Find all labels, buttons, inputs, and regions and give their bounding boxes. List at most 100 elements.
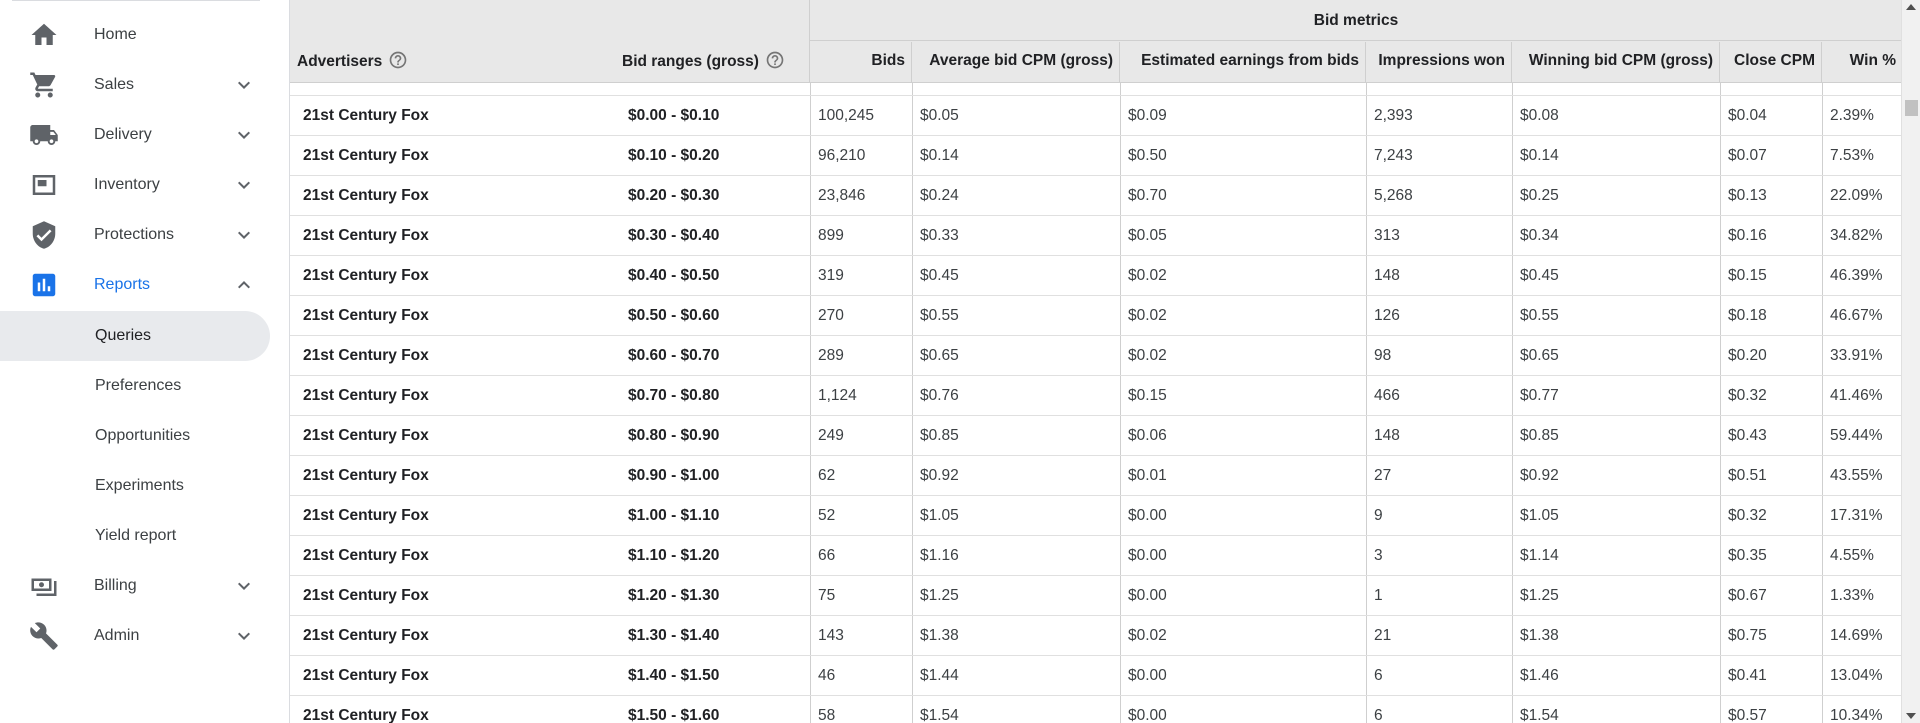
chevron-down-icon[interactable] <box>232 574 256 598</box>
cell-close-cpm: $0.04 <box>1728 106 1767 124</box>
cell-average-bid-cpm: $1.16 <box>920 546 959 564</box>
sidebar-item-inventory[interactable]: Inventory <box>0 160 270 210</box>
scroll-thumb[interactable] <box>1905 100 1918 116</box>
table-row[interactable]: 21st Century Fox $0.10 - $0.20 96,210 $0.14… <box>290 136 1901 176</box>
cell-advertiser: 21st Century Fox <box>303 386 429 404</box>
cell-win-percent: 17.31% <box>1830 506 1883 524</box>
cell-average-bid-cpm: $0.45 <box>920 266 959 284</box>
cell-impressions-won: 148 <box>1374 426 1400 444</box>
cell-impressions-won: 6 <box>1374 706 1383 723</box>
column-header-average-bid-cpm[interactable]: Average bid CPM (gross) <box>912 42 1120 83</box>
table-row[interactable]: 21st Century Fox $1.40 - $1.50 46 $1.44 $0.0… <box>290 656 1901 696</box>
help-icon[interactable] <box>388 50 408 70</box>
chevron-down-icon[interactable] <box>232 173 256 197</box>
cell-close-cpm: $0.16 <box>1728 226 1767 244</box>
cell-bids: 62 <box>818 466 836 484</box>
cell-bid-range: $0.00 - $0.10 <box>628 106 720 124</box>
cell-winning-bid-cpm: $0.14 <box>1520 146 1559 164</box>
scroll-up-arrow-icon[interactable] <box>1906 4 1916 10</box>
table-row[interactable]: 21st Century Fox $0.70 - $0.80 1,124 $0.76 $… <box>290 376 1901 416</box>
inventory-icon <box>28 169 60 201</box>
sidebar-subitem-opportunities[interactable]: Opportunities <box>0 411 270 461</box>
cell-estimated-earnings: $0.02 <box>1128 306 1167 324</box>
chevron-down-icon[interactable] <box>232 123 256 147</box>
sidebar-item-protections[interactable]: Protections <box>0 210 270 260</box>
cell-impressions-won: 2,393 <box>1374 106 1413 124</box>
cell-bid-range: $0.40 - $0.50 <box>628 266 720 284</box>
cell-close-cpm: $0.18 <box>1728 306 1767 324</box>
truck-icon <box>28 119 60 151</box>
cell-impressions-won: 5,268 <box>1374 186 1413 204</box>
table-row[interactable]: 21st Century Fox $1.50 - $1.60 58 $1.54 $0.0… <box>290 696 1901 723</box>
cell-winning-bid-cpm: $0.34 <box>1520 226 1559 244</box>
cell-bid-range: $0.30 - $0.40 <box>628 226 720 244</box>
table-row[interactable]: 21st Century Fox $0.30 - $0.40 899 $0.33 $0.… <box>290 216 1901 256</box>
vertical-scrollbar[interactable] <box>1901 0 1920 723</box>
sidebar-subitem-yield-report[interactable]: Yield report <box>0 511 270 561</box>
column-header-estimated-earnings[interactable]: Estimated earnings from bids <box>1120 42 1366 83</box>
cell-bids: 100,245 <box>818 106 875 124</box>
table-row[interactable]: 21st Century Fox $0.80 - $0.90 249 $0.85 $0.… <box>290 416 1901 456</box>
chevron-down-icon[interactable] <box>232 624 256 648</box>
cell-win-percent: 46.39% <box>1830 266 1883 284</box>
cell-impressions-won: 3 <box>1374 546 1383 564</box>
column-header-close-cpm[interactable]: Close CPM <box>1720 42 1822 83</box>
column-header-advertisers[interactable]: Advertisers <box>297 50 408 71</box>
table-row[interactable]: 21st Century Fox $0.40 - $0.50 319 $0.45 $0.… <box>290 256 1901 296</box>
cell-winning-bid-cpm: $1.05 <box>1520 506 1559 524</box>
cell-bids: 23,846 <box>818 186 866 204</box>
cell-bid-range: $1.30 - $1.40 <box>628 626 720 644</box>
cell-win-percent: 46.67% <box>1830 306 1883 324</box>
sidebar-subitem-experiments[interactable]: Experiments <box>0 461 270 511</box>
column-header-win-percent[interactable]: Win % <box>1822 42 1901 83</box>
scroll-down-arrow-icon[interactable] <box>1906 713 1916 719</box>
chevron-up-icon[interactable] <box>232 273 256 297</box>
cell-estimated-earnings: $0.02 <box>1128 626 1167 644</box>
cell-estimated-earnings: $0.00 <box>1128 666 1167 684</box>
table-row[interactable]: 21st Century Fox $1.30 - $1.40 143 $1.38 $0.… <box>290 616 1901 656</box>
cell-estimated-earnings: $0.70 <box>1128 186 1167 204</box>
help-icon[interactable] <box>765 50 785 70</box>
table-row[interactable]: 21st Century Fox $1.10 - $1.20 66 $1.16 $0.0… <box>290 536 1901 576</box>
table-row[interactable]: 21st Century Fox $0.50 - $0.60 270 $0.55 $0.… <box>290 296 1901 336</box>
column-header-winning-bid-cpm[interactable]: Winning bid CPM (gross) <box>1512 42 1720 83</box>
cell-winning-bid-cpm: $1.14 <box>1520 546 1559 564</box>
sidebar-item-reports[interactable]: Reports <box>0 260 270 310</box>
column-header-impressions-won[interactable]: Impressions won <box>1366 42 1512 83</box>
table-row[interactable]: 21st Century Fox $0.00 - $0.10 100,245 $0.0… <box>290 96 1901 136</box>
money-icon <box>28 570 60 602</box>
cell-estimated-earnings: $0.00 <box>1128 546 1167 564</box>
chevron-down-icon[interactable] <box>232 223 256 247</box>
cell-impressions-won: 9 <box>1374 506 1383 524</box>
sidebar-item-label: Delivery <box>94 126 152 143</box>
column-header-label: Bid ranges (gross) <box>622 53 759 70</box>
cell-average-bid-cpm: $0.76 <box>920 386 959 404</box>
column-header-bids[interactable]: Bids <box>810 42 912 83</box>
table-row-partial <box>290 83 1901 96</box>
table-row[interactable]: 21st Century Fox $0.60 - $0.70 289 $0.65 $0.… <box>290 336 1901 376</box>
sidebar-item-delivery[interactable]: Delivery <box>0 110 270 160</box>
sidebar-subitem-preferences[interactable]: Preferences <box>0 361 270 411</box>
cell-win-percent: 59.44% <box>1830 426 1883 444</box>
sidebar-divider <box>12 0 260 1</box>
sidebar-item-admin[interactable]: Admin <box>0 611 270 661</box>
cell-impressions-won: 7,243 <box>1374 146 1413 164</box>
cell-bid-range: $1.10 - $1.20 <box>628 546 720 564</box>
cell-impressions-won: 98 <box>1374 346 1392 364</box>
sidebar-item-label: Inventory <box>94 176 160 193</box>
cell-win-percent: 1.33% <box>1830 586 1874 604</box>
table-row[interactable]: 21st Century Fox $0.90 - $1.00 62 $0.92 $0.0… <box>290 456 1901 496</box>
sidebar-item-home[interactable]: Home <box>0 10 270 60</box>
cell-bids: 96,210 <box>818 146 866 164</box>
chevron-down-icon[interactable] <box>232 73 256 97</box>
cell-advertiser: 21st Century Fox <box>303 666 429 684</box>
table-row[interactable]: 21st Century Fox $0.20 - $0.30 23,846 $0.24… <box>290 176 1901 216</box>
sidebar-item-sales[interactable]: Sales <box>0 60 270 110</box>
column-group-bid-metrics: Bid metrics <box>810 0 1901 41</box>
table-row[interactable]: 21st Century Fox $1.20 - $1.30 75 $1.25 $0.0… <box>290 576 1901 616</box>
column-header-bid-ranges[interactable]: Bid ranges (gross) <box>622 50 785 71</box>
table-row[interactable]: 21st Century Fox $1.00 - $1.10 52 $1.05 $0.0… <box>290 496 1901 536</box>
sidebar-subitem-queries[interactable]: Queries <box>0 311 270 361</box>
cell-close-cpm: $0.15 <box>1728 266 1767 284</box>
sidebar-item-billing[interactable]: Billing <box>0 561 270 611</box>
